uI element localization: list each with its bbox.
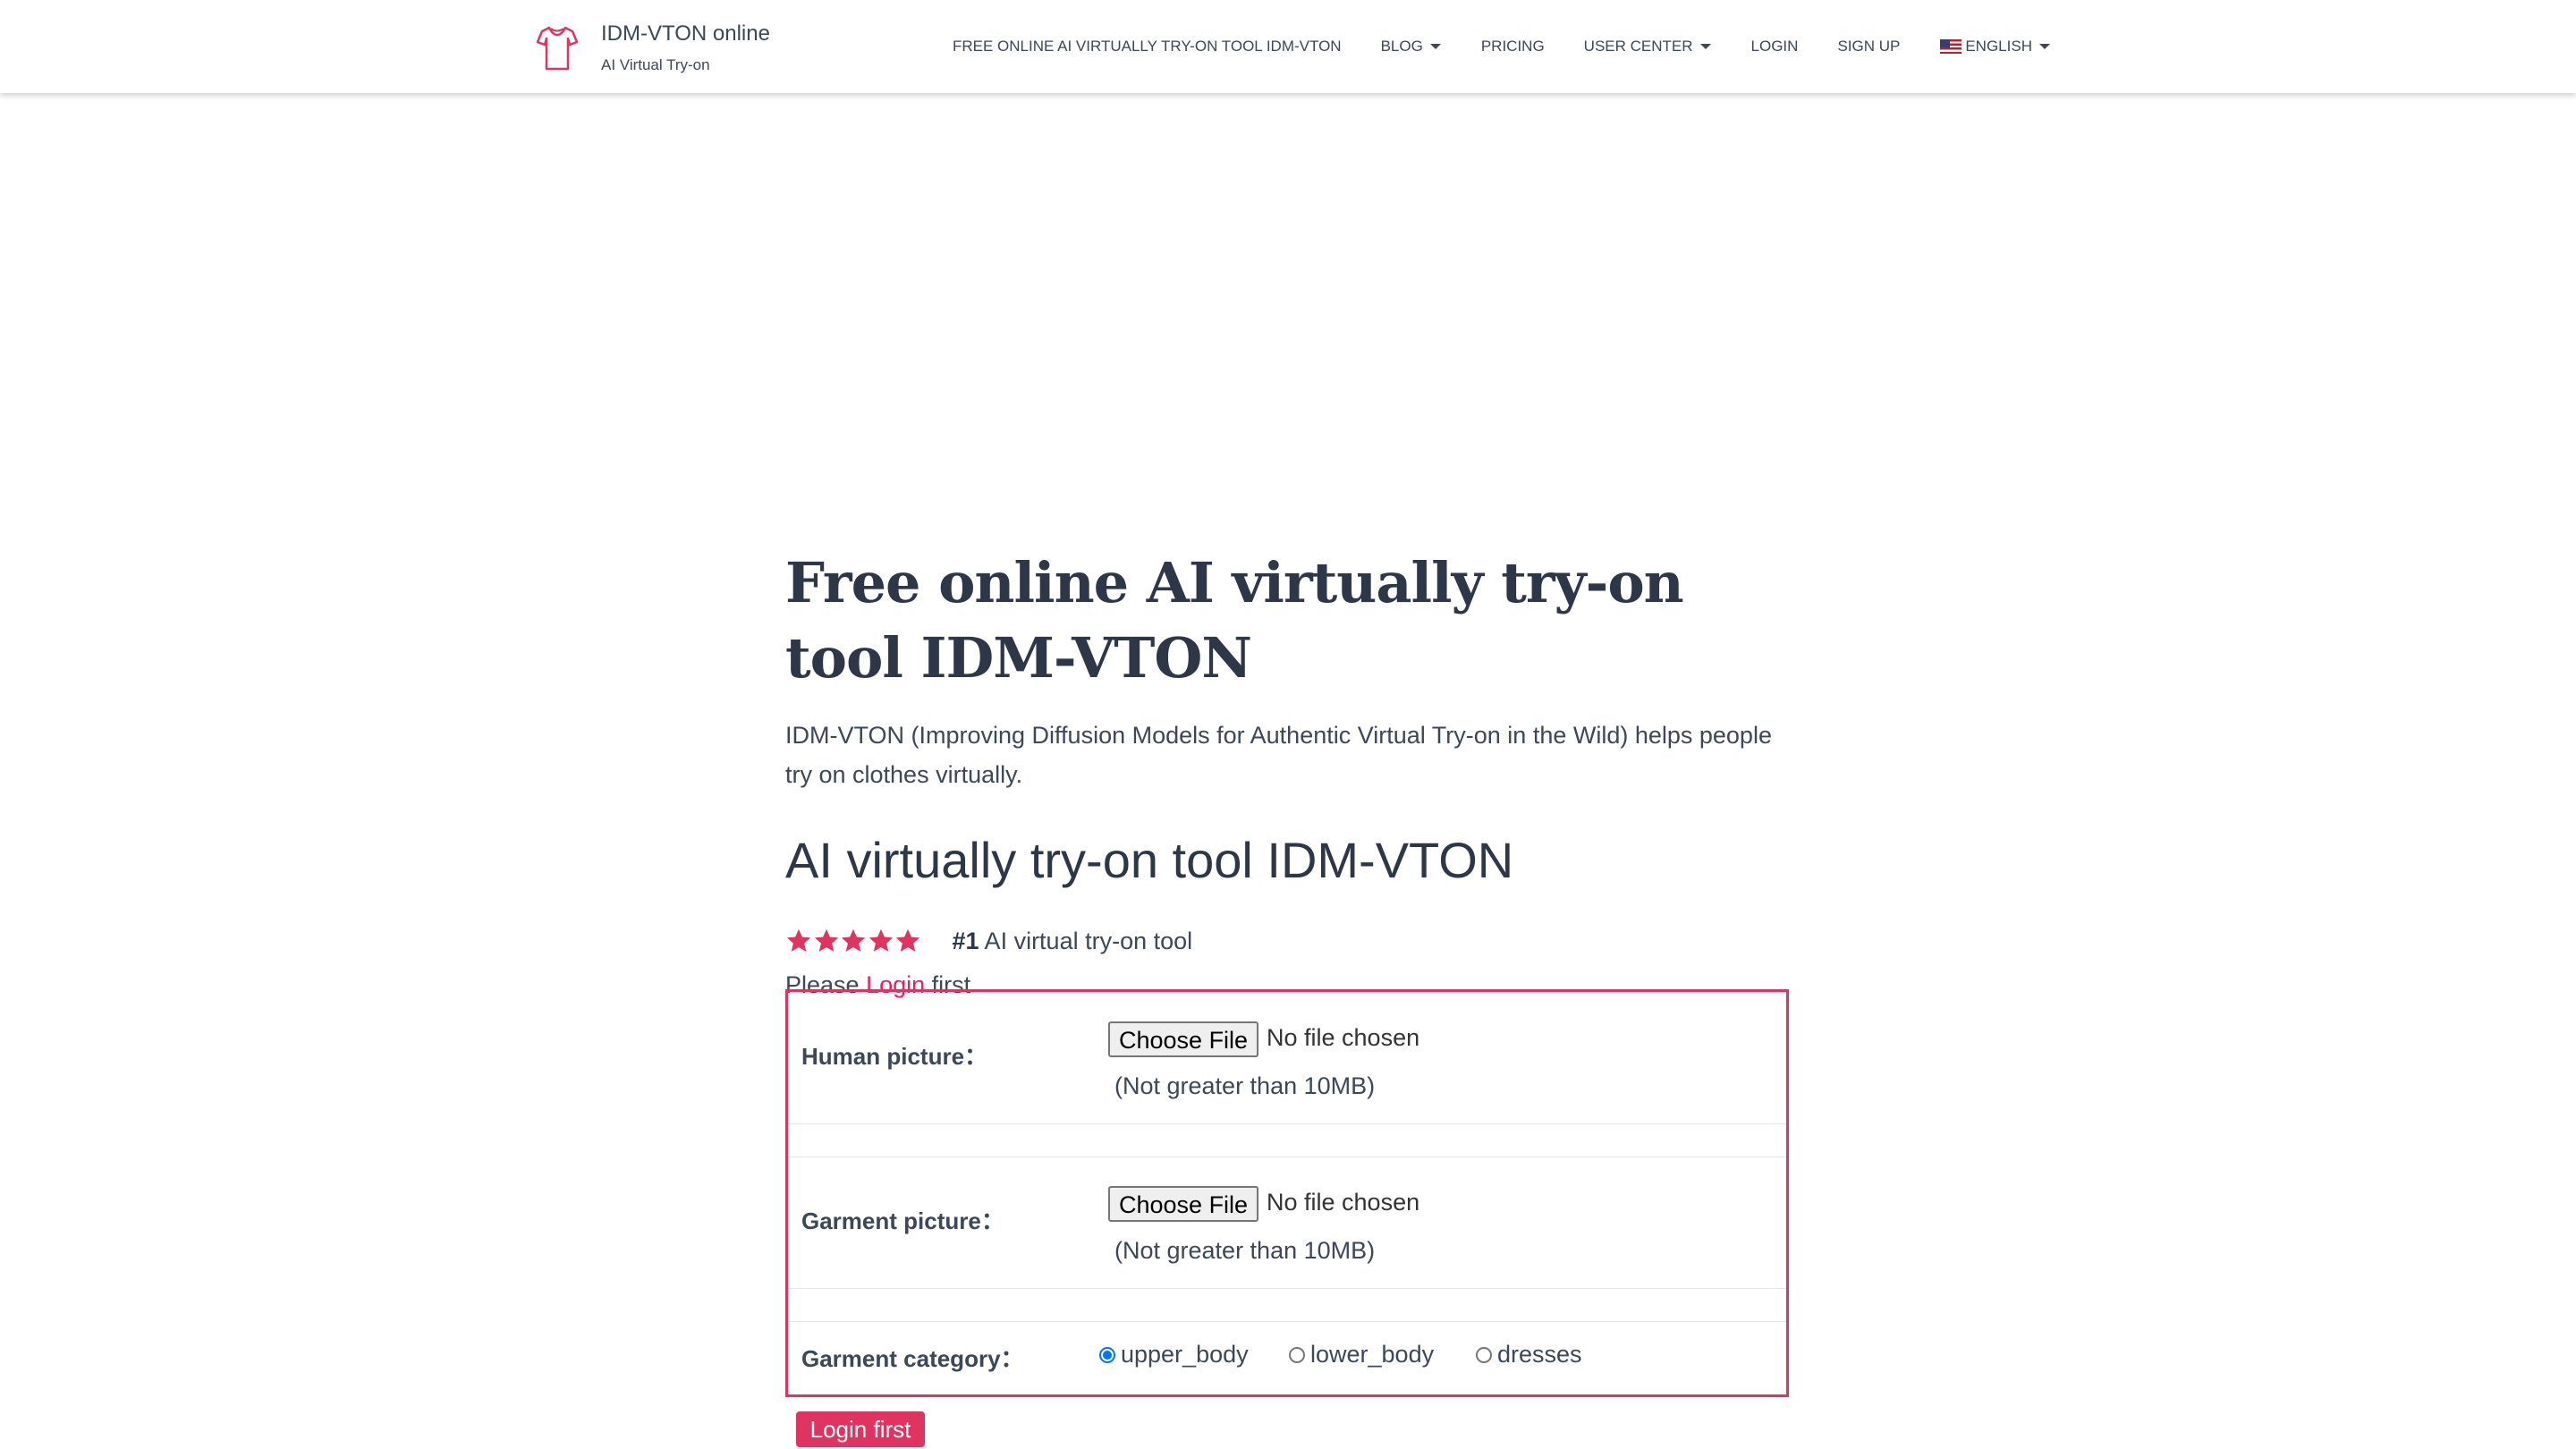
nav-item-signup[interactable]: SIGN UP — [1837, 38, 1900, 55]
nav-item-label: BLOG — [1380, 38, 1423, 55]
nav-item-blog[interactable]: BLOG — [1381, 38, 1441, 55]
garment-picture-size-limit: (Not greater than 10MB) — [1114, 1237, 1376, 1264]
brand-title: IDM-VTON online — [601, 21, 770, 46]
brand-link[interactable]: IDM-VTON online AI Virtual Try-on — [535, 16, 770, 79]
radio-label: dresses — [1497, 1341, 1582, 1368]
caret-down-icon — [2038, 44, 2050, 49]
page-title: Free online AI virtually try-on tool IDM… — [785, 550, 1684, 691]
rank-text: #1 AI virtual try-on tool — [953, 928, 1193, 955]
star-icon — [869, 928, 893, 952]
star-icon — [841, 928, 866, 952]
language-label: ENGLISH — [1965, 38, 2032, 55]
nav-item-label: USER CENTER — [1583, 38, 1693, 55]
row-divider — [788, 1321, 1786, 1322]
radio-upper-body[interactable]: upper_body — [1099, 1341, 1249, 1368]
rating-row: #1 AI virtual try-on tool — [785, 925, 1796, 957]
language-selector[interactable]: ENGLISH — [1940, 38, 2050, 55]
rank-label: AI virtual try-on tool — [979, 927, 1193, 954]
section-title: AI virtually try-on tool IDM-VTON — [785, 832, 1514, 888]
radio-button-selected[interactable] — [1099, 1346, 1115, 1363]
nav-item-pricing[interactable]: PRICING — [1481, 38, 1545, 55]
radio-button[interactable] — [1476, 1346, 1492, 1363]
radio-dresses[interactable]: dresses — [1476, 1341, 1582, 1368]
star-icon — [814, 928, 838, 952]
main-content: Free online AI virtually try-on tool IDM… — [785, 546, 1796, 1002]
garment-picture-file-status: No file chosen — [1267, 1189, 1420, 1216]
radio-label: lower_body — [1310, 1341, 1435, 1368]
tshirt-logo-icon — [536, 26, 579, 71]
radio-lower-body[interactable]: lower_body — [1289, 1341, 1434, 1368]
human-picture-size-limit: (Not greater than 10MB) — [1114, 1072, 1376, 1099]
row-divider — [788, 1123, 1786, 1124]
us-flag-icon — [1940, 39, 1962, 54]
row-divider — [788, 1288, 1786, 1289]
garment-category-label: Garment category： — [801, 1345, 1024, 1372]
nav-item-label: PRICING — [1480, 38, 1545, 55]
garment-picture-file-button[interactable]: Choose File — [1108, 1186, 1259, 1222]
human-picture-label: Human picture： — [801, 1043, 988, 1070]
top-navbar: IDM-VTON online AI Virtual Try-on FREE O… — [0, 0, 2576, 93]
nav-item-label: SIGN UP — [1837, 38, 1901, 55]
nav-item-user-center[interactable]: USER CENTER — [1584, 38, 1711, 55]
human-picture-file-button[interactable]: Choose File — [1108, 1021, 1259, 1057]
caret-down-icon — [1429, 44, 1441, 49]
submit-login-button[interactable]: Login first — [796, 1411, 925, 1447]
main-nav: FREE ONLINE AI VIRTUALLY TRY-ON TOOL IDM… — [948, 0, 2050, 93]
caret-down-icon — [1699, 44, 1711, 49]
tryon-form: Human picture： Choose File No file chose… — [785, 989, 1789, 1397]
human-picture-file-status: No file chosen — [1267, 1024, 1420, 1051]
nav-item-label: FREE ONLINE AI VIRTUALLY TRY-ON TOOL IDM… — [953, 38, 1342, 55]
star-icon — [786, 928, 811, 952]
nav-item-login[interactable]: LOGIN — [1751, 38, 1799, 55]
star-rating — [785, 928, 922, 954]
radio-label: upper_body — [1121, 1341, 1249, 1368]
nav-item-tool[interactable]: FREE ONLINE AI VIRTUALLY TRY-ON TOOL IDM… — [953, 38, 1342, 55]
nav-item-label: LOGIN — [1750, 38, 1799, 55]
star-icon — [895, 928, 920, 952]
garment-picture-label: Garment picture： — [801, 1208, 1004, 1234]
page-description: IDM-VTON (Improving Diffusion Models for… — [785, 722, 1772, 788]
radio-button[interactable] — [1289, 1346, 1305, 1363]
rank-number: #1 — [952, 927, 979, 954]
brand-subtitle: AI Virtual Try-on — [601, 56, 710, 73]
